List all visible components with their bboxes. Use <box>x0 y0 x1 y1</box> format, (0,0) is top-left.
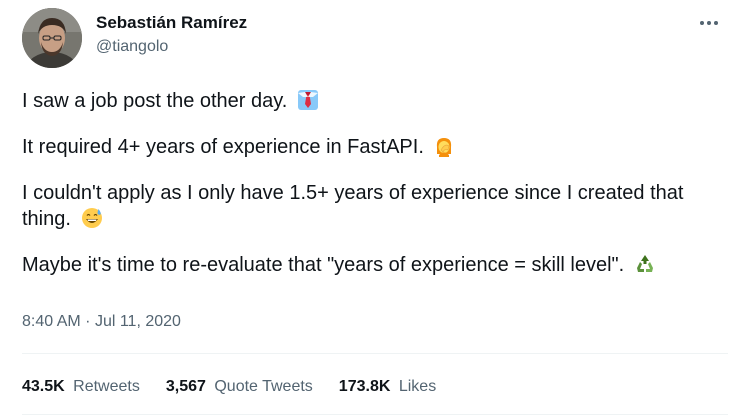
retweets-label: Retweets <box>73 378 140 395</box>
divider <box>22 414 728 415</box>
author-avatar[interactable] <box>22 8 82 68</box>
timestamp-separator: · <box>85 313 91 330</box>
tweet-paragraph-text: I saw a job post the other day. <box>22 90 288 112</box>
likes-stat[interactable]: 173.8K Likes <box>339 376 436 398</box>
author-handle[interactable]: @tiangolo <box>96 36 247 58</box>
tweet-paragraph: Maybe it's time to re-evaluate that "yea… <box>22 252 722 278</box>
divider <box>22 353 728 354</box>
tweet-paragraph-text: I couldn't apply as I only have 1.5+ yea… <box>22 182 684 230</box>
avatar-image <box>22 8 82 68</box>
tweet-text: I saw a job post the other day. It requi… <box>22 88 722 278</box>
tweet-timestamp[interactable]: 8:40 AM · Jul 11, 2020 <box>22 311 181 333</box>
retweets-stat[interactable]: 43.5K Retweets <box>22 376 140 398</box>
quote-tweets-label: Quote Tweets <box>214 378 313 395</box>
woman-facepalming-emoji <box>437 138 452 157</box>
recycling-symbol-emoji <box>636 255 653 272</box>
more-options-button[interactable] <box>692 10 726 36</box>
necktie-emoji <box>297 90 318 110</box>
grinning-face-with-sweat-emoji <box>81 208 102 228</box>
engagement-stats: 43.5K Retweets 3,567 Quote Tweets 173.8K… <box>22 376 436 398</box>
likes-label: Likes <box>398 378 437 395</box>
tweet-paragraph: I couldn't apply as I only have 1.5+ yea… <box>22 180 722 232</box>
tweet-time[interactable]: 8:40 AM <box>22 313 81 330</box>
tweet-date[interactable]: Jul 11, 2020 <box>95 313 181 330</box>
retweets-count: 43.5K <box>22 378 65 395</box>
tweet-paragraph-text: It required 4+ years of experience in Fa… <box>22 136 424 158</box>
quote-tweets-count: 3,567 <box>165 378 206 395</box>
author-display-name[interactable]: Sebastián Ramírez <box>96 12 247 34</box>
tweet-paragraph: It required 4+ years of experience in Fa… <box>22 134 722 160</box>
tweet-paragraph-text: Maybe it's time to re-evaluate that "yea… <box>22 254 625 276</box>
likes-count: 173.8K <box>338 378 391 395</box>
tweet-paragraph: I saw a job post the other day. <box>22 88 722 114</box>
tweet-card: Sebastián Ramírez @tiangolo I saw a job … <box>0 0 740 416</box>
author-info: Sebastián Ramírez @tiangolo <box>96 12 247 58</box>
more-horizontal-icon <box>700 21 718 25</box>
quote-tweets-stat[interactable]: 3,567 Quote Tweets <box>166 376 313 398</box>
